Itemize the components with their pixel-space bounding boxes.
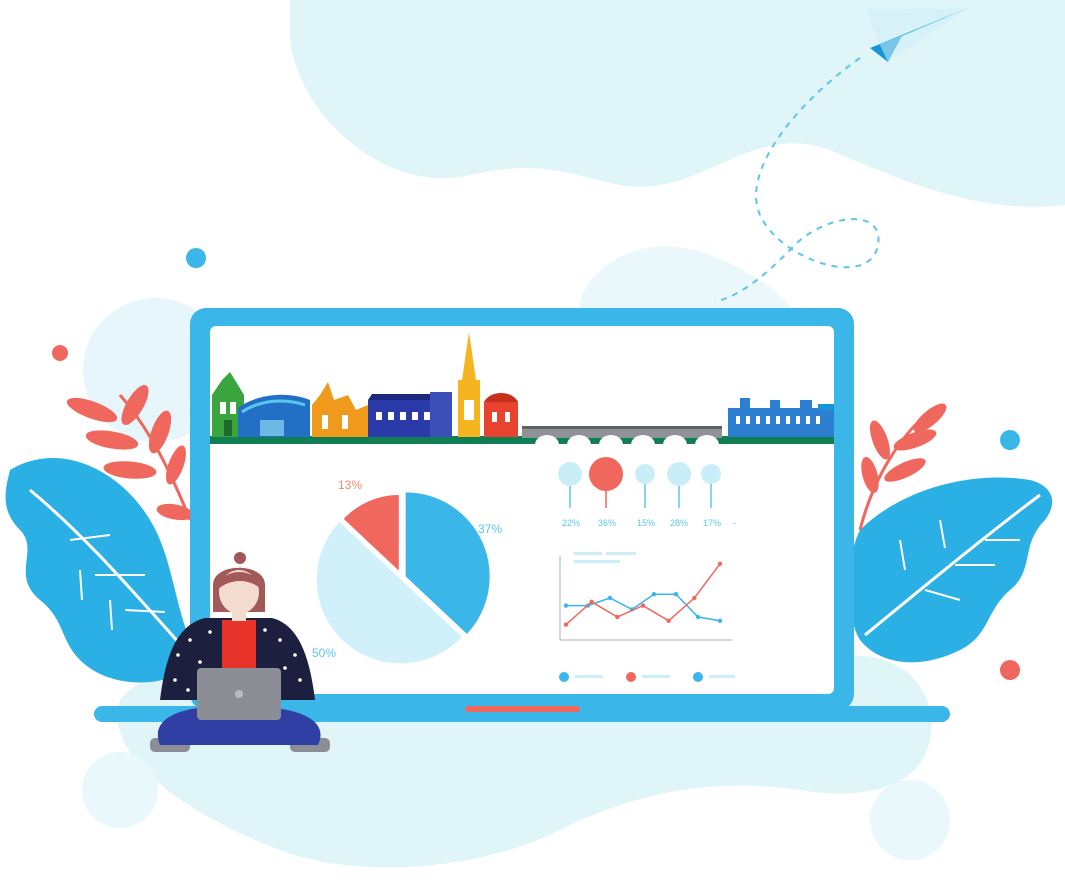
bubble-label-5: 17% xyxy=(703,518,721,528)
dot-red-2 xyxy=(1000,660,1020,680)
laptop-notch xyxy=(465,706,580,712)
blue-series-point-7 xyxy=(717,618,723,623)
line-chart-legend-bar-2 xyxy=(606,552,636,555)
top-blob xyxy=(290,0,1065,207)
dot-blue-2 xyxy=(1000,430,1020,450)
bottom-left-bubble xyxy=(82,752,158,828)
blue-series-point-0 xyxy=(563,603,569,608)
red-series-point-5 xyxy=(692,595,697,601)
bottom-right-bubble xyxy=(870,780,950,860)
red-series-point-1 xyxy=(589,599,594,604)
bubble-label-4: 28% xyxy=(670,518,688,528)
line-chart-legend-bar-3 xyxy=(574,560,620,563)
bubble-ellipsis: - xyxy=(733,518,736,528)
illustration-canvas: 13% 37% 50% 22% 36% 15% 28% 17% - xyxy=(5,0,1065,868)
bubble-label-1: 22% xyxy=(562,518,580,528)
dot-red-1 xyxy=(52,345,68,361)
pie-label-13: 13% xyxy=(338,478,362,492)
line-chart-legend-bar-1 xyxy=(574,552,602,555)
blue-series-point-5 xyxy=(673,592,679,597)
blue-series-point-4 xyxy=(651,592,657,597)
red-series-point-6 xyxy=(717,561,723,566)
laptop-screen xyxy=(210,326,834,694)
red-series-point-4 xyxy=(666,618,671,623)
blue-series-point-2 xyxy=(607,595,613,601)
blue-series-point-6 xyxy=(695,614,701,620)
dot-blue-1 xyxy=(186,248,206,268)
pie-label-37: 37% xyxy=(478,522,502,536)
red-series-point-2 xyxy=(615,614,620,620)
leaf-icon-blue-left xyxy=(5,458,201,683)
red-series-point-3 xyxy=(640,603,646,608)
red-series-point-0 xyxy=(563,622,569,627)
leaf-icon-blue-right xyxy=(848,477,1053,663)
bubble-label-3: 15% xyxy=(637,518,655,528)
bubble-label-2: 36% xyxy=(598,518,616,528)
pie-label-50: 50% xyxy=(312,646,336,660)
